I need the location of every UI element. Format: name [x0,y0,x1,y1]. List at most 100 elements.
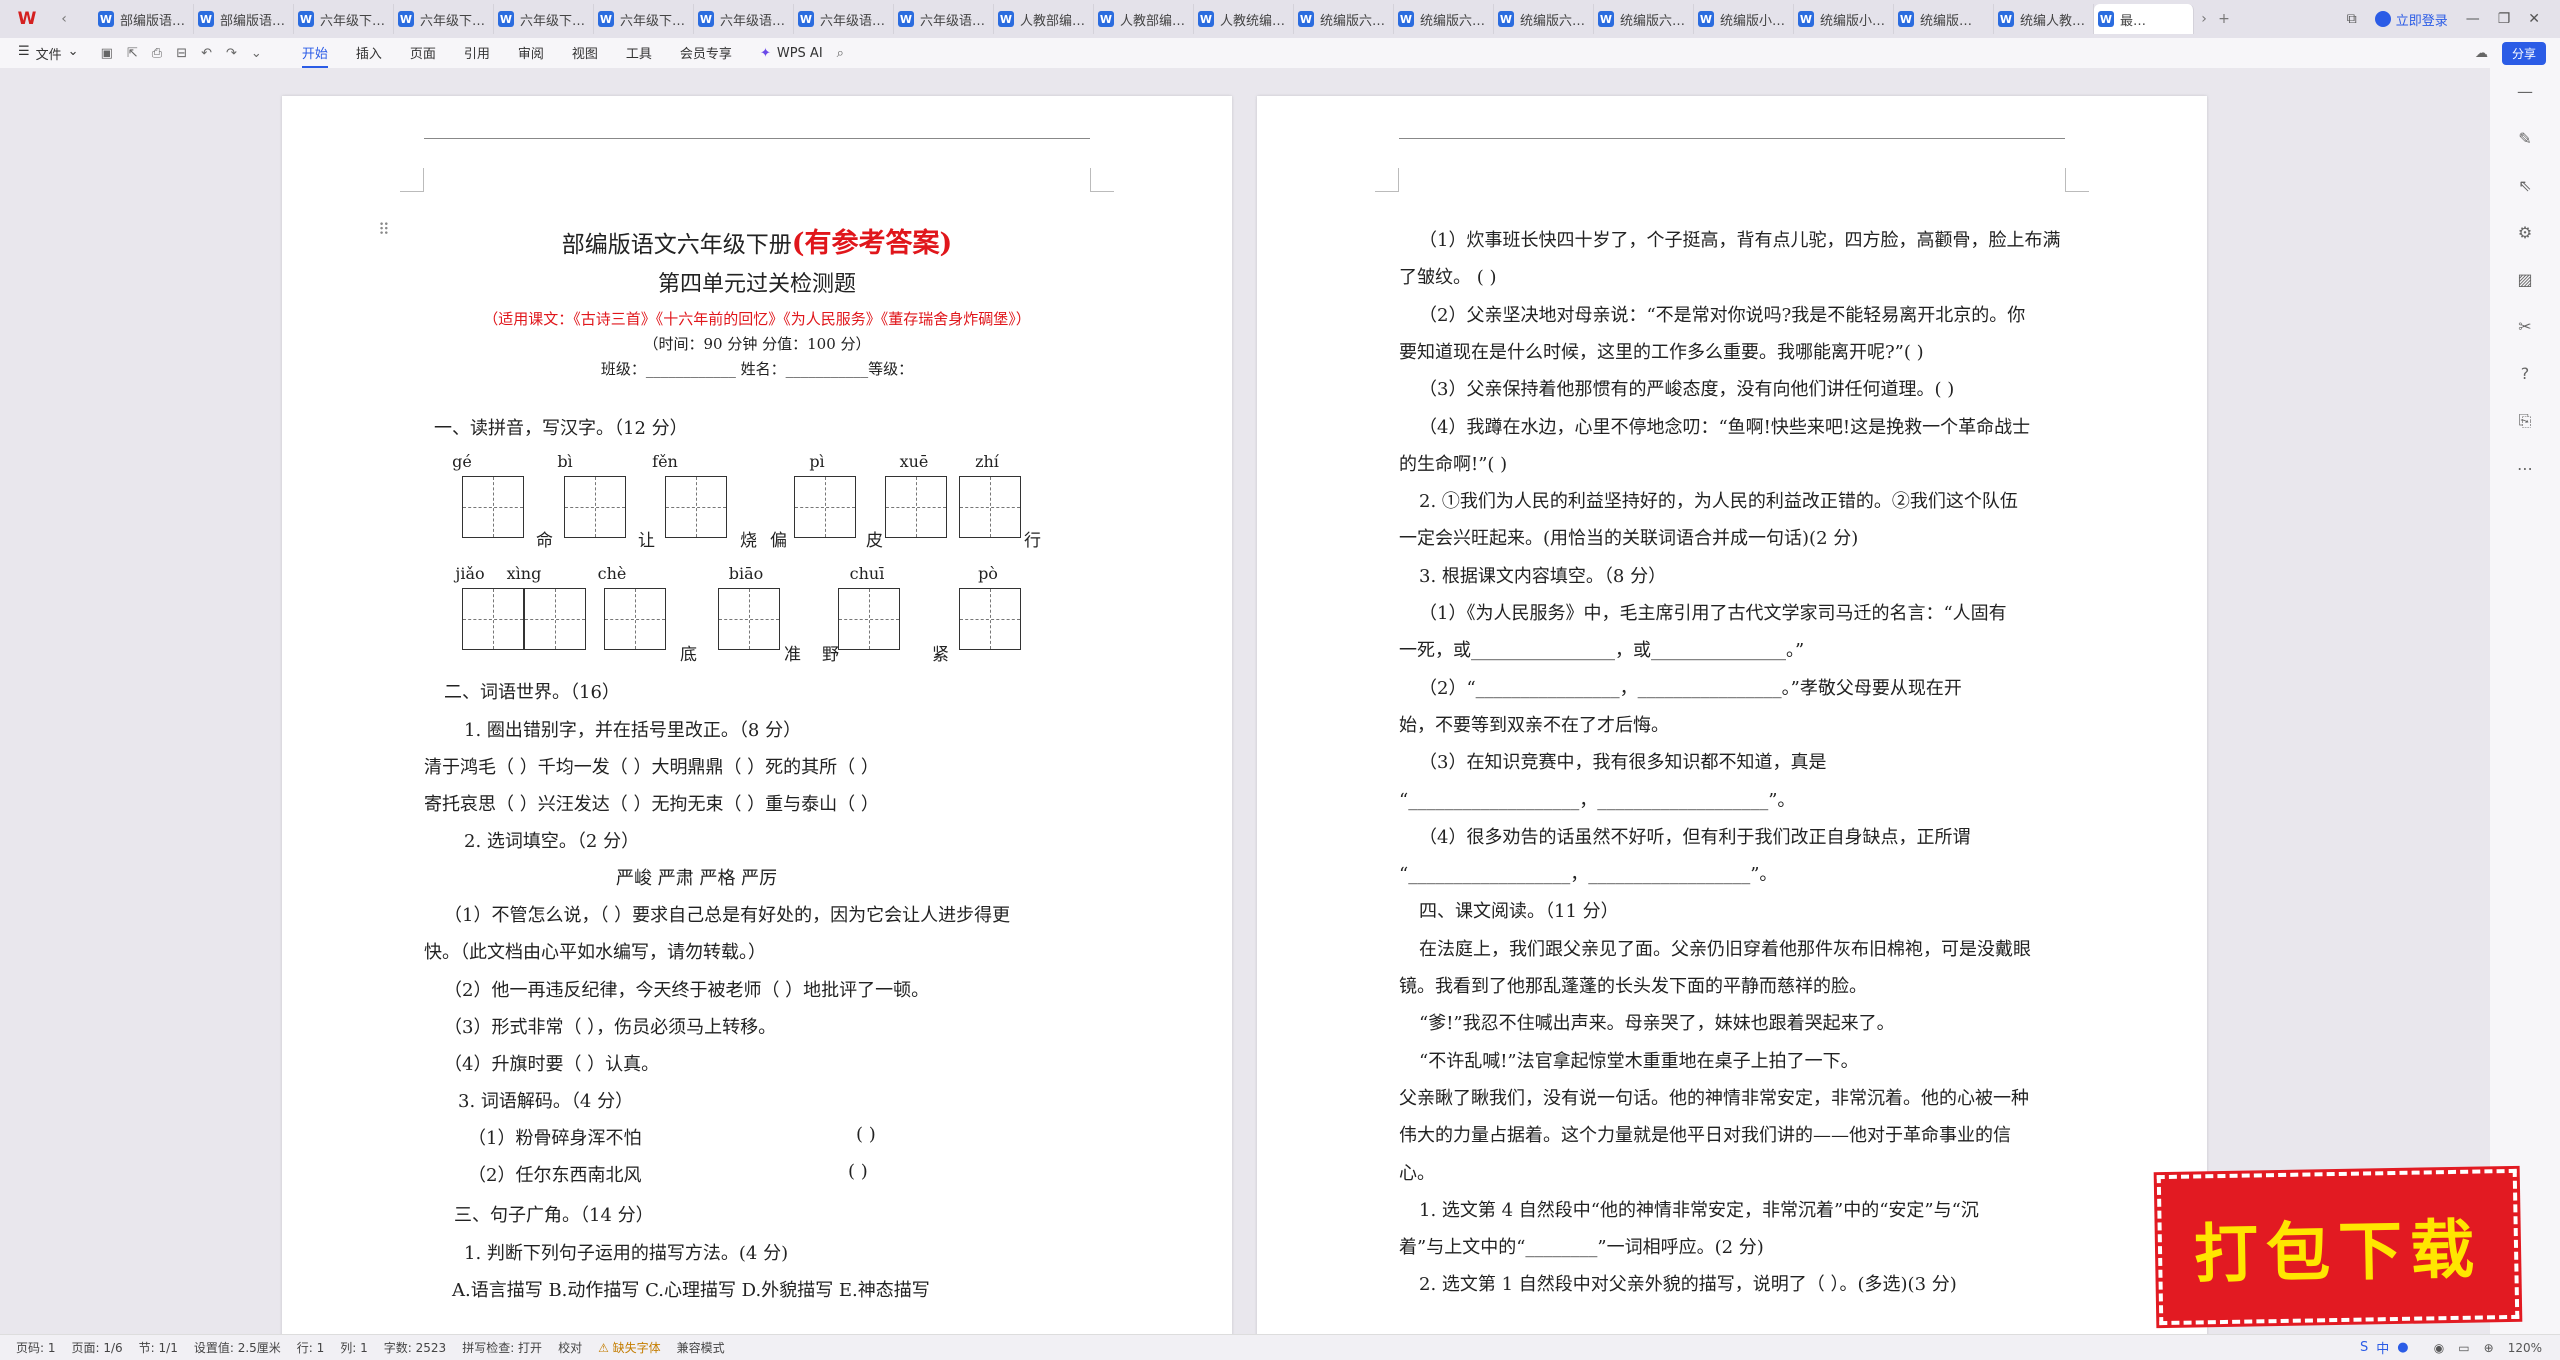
ribbon-tab[interactable]: 审阅 [518,39,544,68]
close-icon[interactable]: ✕ [2528,11,2540,27]
pinyin: zhí [975,452,999,471]
writing-grid[interactable] [604,588,666,650]
text-line: （3）在知识竞赛中，我有很多知识都不知道，真是 [1419,752,1827,774]
share-button[interactable]: 分享 [2501,41,2546,65]
tab-scroll-right-icon[interactable]: › [2194,11,2214,27]
search-icon[interactable]: ⌕ [837,46,844,61]
more-options-icon[interactable]: ⋯ [2517,459,2533,478]
document-tab[interactable]: W 最… [2094,4,2194,34]
writing-grid[interactable] [564,476,626,538]
status-compat[interactable]: 兼容模式 [677,1339,725,1356]
document-tab[interactable]: W 统编人教… [1994,4,2094,34]
document-tab[interactable]: W 六年级语… [794,4,894,34]
ribbon-tab[interactable]: 引用 [464,39,490,68]
text-line: 要知道现在是什么时候，这里的工作多么重要。我哪能离开呢?”( ) [1399,341,1924,363]
document-tab[interactable]: W 统编版小… [1694,4,1794,34]
minimize-icon[interactable]: — [2466,11,2480,27]
document-tab[interactable]: W 统编版六… [1494,4,1594,34]
writing-grid[interactable] [838,588,900,650]
document-tab[interactable]: W 统编版… [1894,4,1994,34]
preview-icon[interactable]: ⊟ [176,46,187,61]
writing-grid[interactable] [885,476,947,538]
share-icon[interactable]: ⎘ [2519,411,2532,431]
document-page-2[interactable]: （1）炊事班长快四十岁了，个子挺高，背有点儿驼，四方脸，高颧骨，脸上布满 了皱纹。… [1257,96,2207,1334]
document-tab[interactable]: W 人教统编… [1194,4,1294,34]
status-font-missing[interactable]: ⚠ 缺失字体 [598,1339,661,1356]
status-pages[interactable]: 页面: 1/6 [72,1339,123,1356]
save-icon[interactable]: ▣ [101,46,113,61]
section-1-heading: 一、读拼音，写汉字。（12 分） [434,418,688,439]
ribbon-tab[interactable]: 会员专享 [680,39,732,68]
print-icon[interactable]: ⎙ [152,46,162,61]
writing-grid[interactable] [959,588,1021,650]
document-tab[interactable]: W 统编版六… [1294,4,1394,34]
status-words[interactable]: 字数: 2523 [384,1339,446,1356]
collapse-icon[interactable]: — [2517,82,2533,101]
answer-paren[interactable]: ( ) [848,1161,868,1182]
document-tab[interactable]: W 六年级下… [594,4,694,34]
document-tab[interactable]: W 部编版语… [94,4,194,34]
image-icon[interactable]: ▨ [2517,270,2532,289]
writing-grid[interactable] [462,588,524,650]
document-tab[interactable]: W 统编版六… [1594,4,1694,34]
document-tab[interactable]: W 六年级语… [894,4,994,34]
word-doc-icon: W [98,11,114,27]
document-tab[interactable]: W 六年级下… [294,4,394,34]
text-line: 一死，或________________，或_______________。” [1399,640,1805,662]
writing-grid[interactable] [959,476,1021,538]
document-page-1[interactable]: ⠿ 部编版语文六年级下册(有参考答案) 第四单元过关检测题 （适用课文：《古诗三… [282,96,1232,1334]
ribbon-tab[interactable]: 开始 [301,39,328,68]
status-spell[interactable]: 拼写检查: 打开 [462,1339,542,1356]
document-tab[interactable]: W 统编版六… [1394,4,1494,34]
toolbar-right: ☁ 分享 [2475,41,2546,65]
document-tab[interactable]: W 六年级语… [694,4,794,34]
wps-ai-button[interactable]: ✦ WPS AI [760,46,823,61]
tab-scroll-left-icon[interactable]: ‹ [54,11,74,27]
tab-label: 六年级下… [320,13,386,29]
status-page[interactable]: 页码: 1 [16,1339,56,1356]
word-doc-icon: W [198,11,214,27]
status-section[interactable]: 节: 1/1 [139,1339,178,1356]
document-tab[interactable]: W 部编版语… [194,4,294,34]
maximize-icon[interactable]: ❐ [2498,11,2511,27]
writing-grid[interactable] [794,476,856,538]
status-proof[interactable]: 校对 [558,1339,582,1356]
help-icon[interactable]: ? [2521,364,2530,383]
tab-label: 六年级语… [920,13,986,29]
edit-icon[interactable]: ✎ [2518,129,2531,148]
document-tab[interactable]: W 六年级下… [394,4,494,34]
writing-grid[interactable] [524,588,586,650]
document-tab[interactable]: W 统编版小… [1794,4,1894,34]
status-setting[interactable]: 设置值: 2.5厘米 [194,1339,281,1356]
cloud-icon[interactable]: ☁ [2475,46,2488,61]
question: 1. 判断下列句子运用的描写方法。(4 分) [464,1243,789,1264]
window-icon[interactable]: ⧉ [2347,11,2357,27]
pinyin: pì [809,452,825,471]
cursor-icon[interactable]: ⇖ [2518,176,2531,195]
ribbon-tab[interactable]: 视图 [572,39,598,68]
file-menu[interactable]: ☰ 文件 ⌄ [18,44,79,63]
document-tab[interactable]: W 人教部编… [1094,4,1194,34]
ribbon-tab[interactable]: 插入 [356,39,382,68]
document-tab[interactable]: W 人教部编… [994,4,1094,34]
text-line: 父亲瞅了瞅我们，没有说一句话。他的神情非常安定，非常沉着。他的心被一种 [1399,1087,2029,1109]
document-workspace[interactable]: ⠿ 部编版语文六年级下册(有参考答案) 第四单元过关检测题 （适用课文：《古诗三… [0,68,2490,1334]
ime-bar[interactable]: S 中 ● [2360,1334,2540,1360]
redo-icon[interactable]: ↷ [226,46,237,61]
ribbon-tab[interactable]: 工具 [626,39,652,68]
writing-grid[interactable] [462,476,524,538]
writing-grid[interactable] [718,588,780,650]
login-button[interactable]: 立即登录 [2374,10,2448,29]
tools-icon[interactable]: ✂ [2518,317,2531,336]
wps-logo-icon[interactable]: W [16,8,38,30]
more-icon[interactable]: ⌄ [251,46,262,61]
download-banner[interactable]: 打包下载 [2156,1168,2520,1326]
answer-paren[interactable]: ( ) [856,1124,876,1145]
settings-icon[interactable]: ⚙ [2518,223,2532,242]
undo-icon[interactable]: ↶ [201,46,212,61]
document-tab[interactable]: W 六年级下… [494,4,594,34]
ribbon-tab[interactable]: 页面 [410,39,436,68]
new-tab-icon[interactable]: + [2214,11,2234,27]
export-icon[interactable]: ⇱ [127,46,138,61]
writing-grid[interactable] [665,476,727,538]
